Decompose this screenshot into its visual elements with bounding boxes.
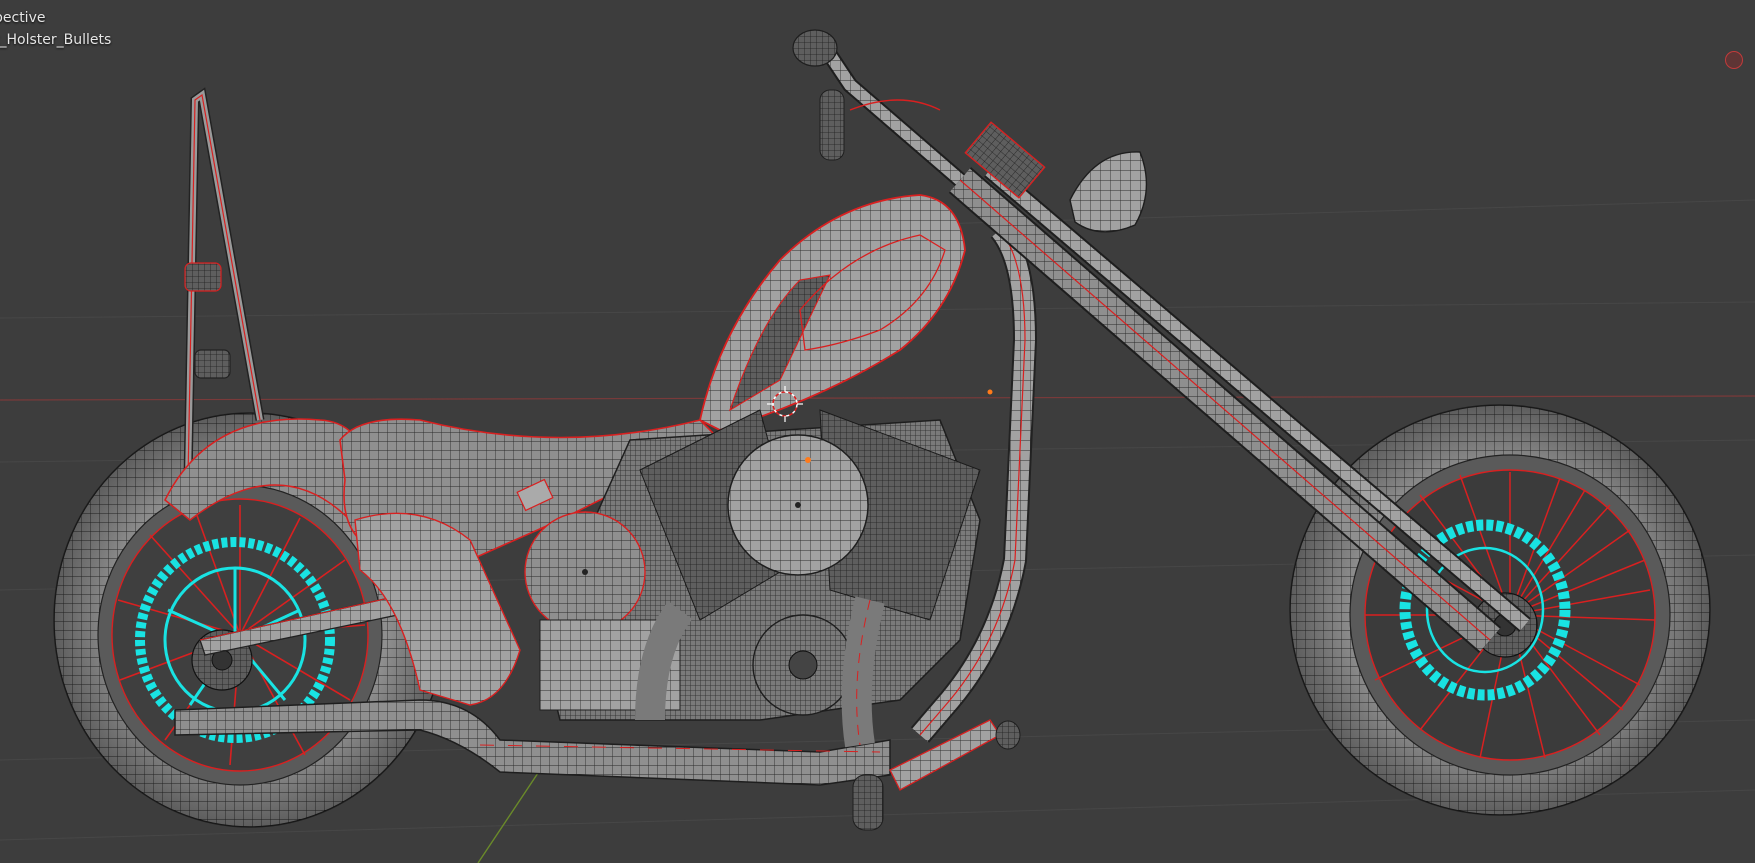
front-fork[interactable] bbox=[948, 121, 1531, 653]
x-axis-line bbox=[0, 395, 1755, 401]
object-origin bbox=[805, 457, 811, 463]
active-object-label: t_Holster_Bullets bbox=[0, 32, 112, 48]
headlight[interactable] bbox=[1069, 151, 1148, 233]
3d-viewport[interactable]: pective t_Holster_Bullets bbox=[0, 0, 1755, 863]
record-icon[interactable] bbox=[1725, 51, 1743, 69]
scene-canvas[interactable] bbox=[0, 0, 1755, 863]
handlebar[interactable] bbox=[792, 29, 966, 187]
fuel-tank[interactable] bbox=[698, 194, 966, 431]
y-axis-line bbox=[477, 769, 541, 863]
object-origin bbox=[987, 389, 993, 395]
view-mode-label: pective bbox=[0, 10, 46, 26]
